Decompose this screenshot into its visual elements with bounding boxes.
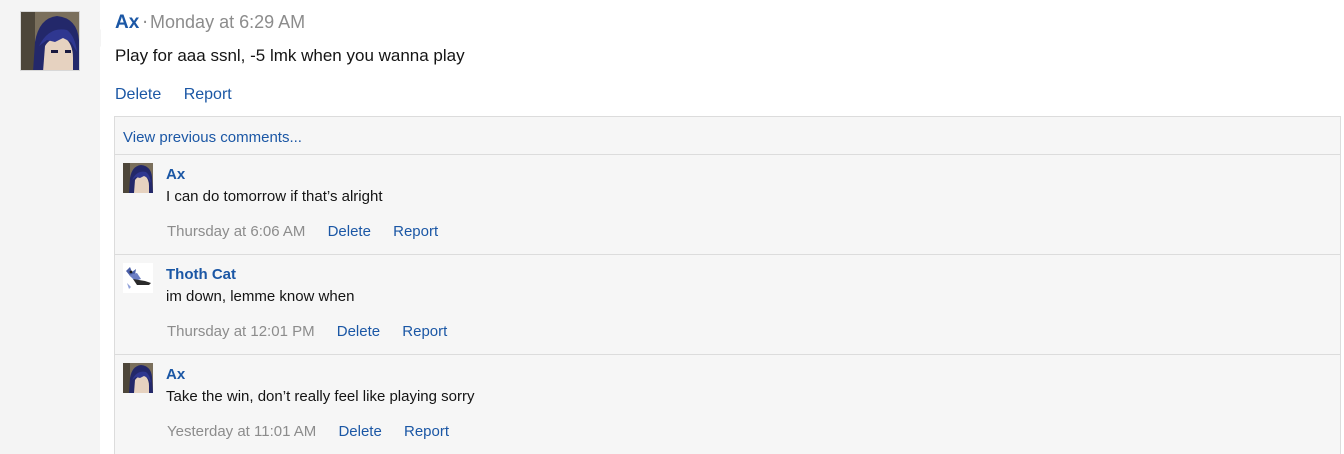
comment-avatar[interactable] <box>123 263 153 293</box>
view-previous-comments-link[interactable]: View previous comments... <box>115 117 1340 155</box>
comment-timestamp[interactable]: Thursday at 6:06 AM <box>167 223 305 240</box>
post-header: Ax · Monday at 6:29 AM <box>115 12 305 34</box>
post-timestamp[interactable]: Monday at 6:29 AM <box>150 12 305 32</box>
avatar-image <box>21 12 79 70</box>
comment-delete-link[interactable]: Delete <box>337 323 380 340</box>
comment-avatar[interactable] <box>123 363 153 393</box>
comment-delete-link[interactable]: Delete <box>338 423 381 440</box>
post-body: Play for aaa ssnl, -5 lmk when you wanna… <box>115 46 465 65</box>
comment-author-link[interactable]: Ax <box>166 166 185 183</box>
cat-avatar-image <box>123 263 153 293</box>
comment-text: im down, lemme know when <box>166 288 355 305</box>
comment-report-link[interactable]: Report <box>393 223 438 240</box>
comment-report-link[interactable]: Report <box>404 423 449 440</box>
comment-meta: Yesterday at 11:01 AM Delete Report <box>167 423 449 440</box>
comment-avatar[interactable] <box>123 163 153 193</box>
comment-item: Ax Take the win, don’t really feel like … <box>115 355 1340 454</box>
post-separator: · <box>142 12 149 33</box>
comment-author-link[interactable]: Ax <box>166 366 185 383</box>
comment-text: Take the win, don’t really feel like pla… <box>166 388 475 405</box>
avatar-image <box>123 363 153 393</box>
post-author-link[interactable]: Ax <box>115 12 139 33</box>
avatar[interactable] <box>20 11 80 71</box>
comment-list: View previous comments... Ax I can do to… <box>114 116 1341 454</box>
comment-author-link[interactable]: Thoth Cat <box>166 266 236 283</box>
comment-text: I can do tomorrow if that’s alright <box>166 188 383 205</box>
post-delete-link[interactable]: Delete <box>115 86 161 103</box>
comment-report-link[interactable]: Report <box>402 323 447 340</box>
comment-delete-link[interactable]: Delete <box>328 223 371 240</box>
comment-timestamp[interactable]: Yesterday at 11:01 AM <box>167 423 316 440</box>
comment-item: Thoth Cat im down, lemme know when Thurs… <box>115 255 1340 355</box>
comment-meta: Thursday at 6:06 AM Delete Report <box>167 223 438 240</box>
comment-meta: Thursday at 12:01 PM Delete Report <box>167 323 447 340</box>
comment-timestamp[interactable]: Thursday at 12:01 PM <box>167 323 315 340</box>
comment-item: Ax I can do tomorrow if that’s alright T… <box>115 155 1340 255</box>
post-pointer <box>91 29 101 47</box>
avatar-image <box>123 163 153 193</box>
post-report-link[interactable]: Report <box>184 86 232 103</box>
post-actions: Delete Report <box>115 86 232 104</box>
